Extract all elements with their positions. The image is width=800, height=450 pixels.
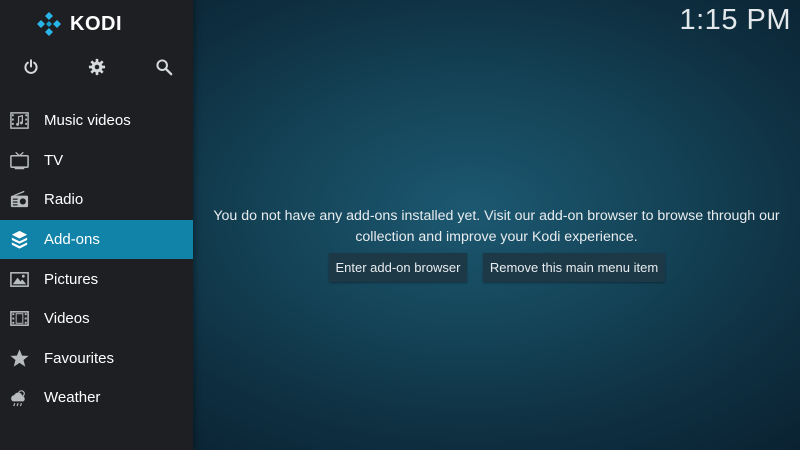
menu-item-tv[interactable]: TV	[0, 141, 193, 181]
menu-item-label: Add-ons	[44, 231, 100, 249]
menu-item-radio[interactable]: Radio	[0, 180, 193, 220]
search-icon[interactable]	[153, 56, 175, 78]
kodi-logo: KODI	[36, 10, 122, 38]
videos-icon	[8, 308, 30, 330]
addons-icon	[8, 229, 30, 251]
settings-icon[interactable]	[86, 56, 108, 78]
music-videos-icon	[8, 110, 30, 132]
menu-item-label: Pictures	[44, 270, 99, 288]
menu-item-label: Music videos	[44, 112, 131, 130]
kodi-logo-icon	[37, 12, 61, 36]
remove-menu-item-button[interactable]: Remove this main menu item	[483, 253, 665, 282]
power-icon[interactable]	[20, 56, 42, 78]
menu-item-music-videos[interactable]: Music videos	[0, 101, 193, 141]
menu-item-addons[interactable]: Add-ons	[0, 219, 193, 260]
menu-item-label: Favourites	[44, 349, 115, 367]
enter-addon-browser-button[interactable]: Enter add-on browser	[329, 253, 467, 282]
clock: 1:15 PM	[679, 4, 791, 36]
menu-item-label: Weather	[44, 389, 101, 407]
radio-icon	[8, 189, 30, 211]
menu-item-label: Videos	[44, 310, 90, 328]
menu-item-label: Radio	[44, 191, 84, 209]
menu-item-label: TV	[44, 151, 64, 169]
star-icon	[8, 347, 30, 369]
top-icon-bar	[0, 56, 193, 78]
weather-icon	[8, 387, 30, 409]
main-menu: Music videos TV Radio Add-ons Pictures V…	[0, 101, 193, 418]
pictures-icon	[8, 268, 30, 290]
sidebar: KODI Music videos TV Radio Add-ons Pictu…	[0, 0, 193, 450]
menu-item-videos[interactable]: Videos	[0, 299, 193, 339]
menu-item-weather[interactable]: Weather	[0, 378, 193, 418]
app-name: KODI	[70, 12, 122, 35]
menu-item-pictures[interactable]: Pictures	[0, 259, 193, 299]
tv-icon	[8, 149, 30, 171]
empty-addons-message: You do not have any add-ons installed ye…	[213, 208, 780, 245]
menu-item-favourites[interactable]: Favourites	[0, 339, 193, 379]
